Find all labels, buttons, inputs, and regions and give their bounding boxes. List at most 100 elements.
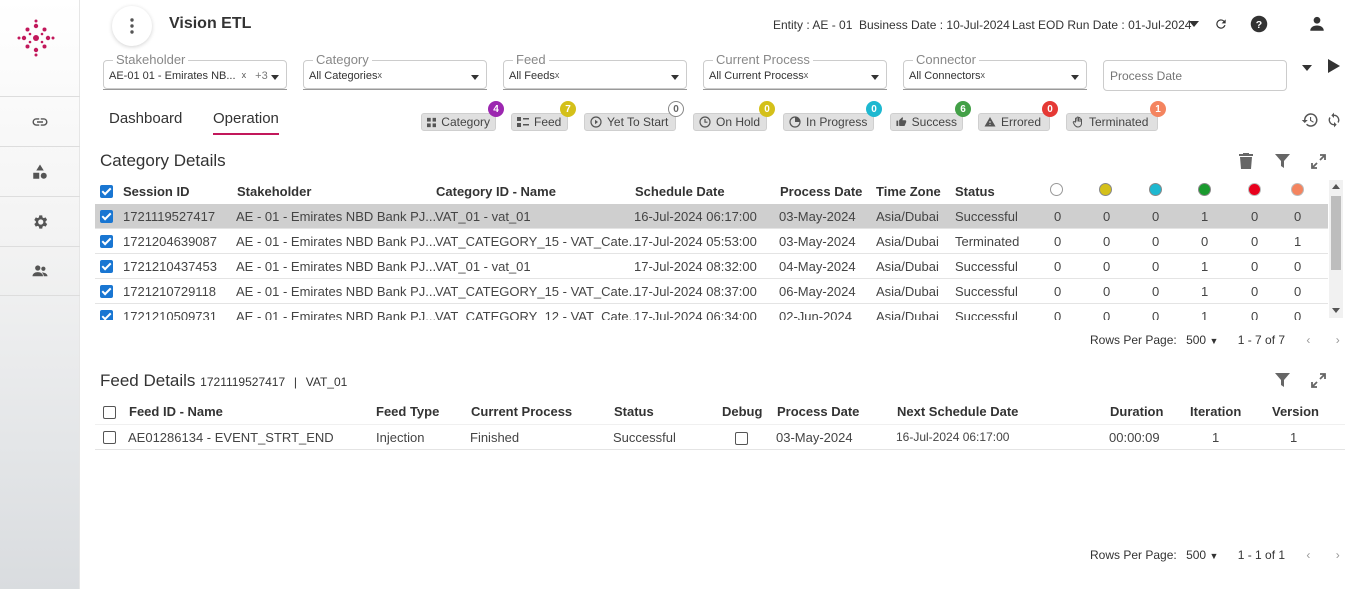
app-logo-icon[interactable] <box>16 18 56 58</box>
refresh-button[interactable] <box>1211 14 1231 34</box>
prev-page-icon[interactable]: ‹ <box>1306 548 1310 562</box>
row-checkbox[interactable] <box>103 431 116 444</box>
user-profile-button[interactable] <box>1307 14 1327 34</box>
col-next-schedule[interactable]: Next Schedule Date <box>897 404 1018 419</box>
current-process-label: Current Process <box>713 52 813 67</box>
category-filter[interactable]: Category All Categoriesx <box>303 52 487 90</box>
tab-dashboard[interactable]: Dashboard <box>109 110 182 127</box>
eod-dropdown-button[interactable] <box>1184 14 1204 34</box>
category-scrollbar[interactable] <box>1329 180 1343 318</box>
chip-category[interactable]: Category 4 <box>421 101 504 131</box>
col-debug[interactable]: Debug <box>722 404 762 419</box>
scroll-down-icon[interactable] <box>1332 308 1340 313</box>
delete-button[interactable] <box>1237 152 1255 170</box>
category-expand-button[interactable] <box>1309 152 1327 170</box>
cell-status: Successful <box>955 309 1018 320</box>
next-page-icon[interactable]: › <box>1336 548 1340 562</box>
current-process-filter[interactable]: Current Process All Current Processx <box>703 52 887 90</box>
prev-page-icon[interactable]: ‹ <box>1306 333 1310 347</box>
sidebar-item-settings[interactable] <box>0 196 80 246</box>
feed-next-schedule: 16-Jul-2024 06:17:00 <box>896 430 1010 444</box>
chip-success[interactable]: Success 6 <box>890 101 971 131</box>
category-filter-button[interactable] <box>1273 152 1291 170</box>
caret-down-icon <box>271 75 279 80</box>
col-current-process[interactable]: Current Process <box>471 404 572 419</box>
cell-stakeholder: AE - 01 - Emirates NBD Bank PJ... <box>236 209 437 224</box>
table-row[interactable]: AE01286134 - EVENT_STRT_END Injection Fi… <box>95 424 1345 450</box>
rows-per-page-select[interactable]: 500 ▼ <box>1186 333 1218 347</box>
stakeholder-filter[interactable]: Stakeholder AE-01 01 - Emirates NB... x … <box>103 52 287 90</box>
cell-schedule: 17-Jul-2024 06:34:00 <box>634 309 757 320</box>
caret-down-icon <box>1302 65 1312 71</box>
status-count: 0 <box>1103 259 1111 274</box>
col-feed-type[interactable]: Feed Type <box>376 404 439 419</box>
sidebar-item-shapes[interactable] <box>0 146 80 196</box>
history-button[interactable] <box>1301 111 1319 129</box>
cell-category: VAT_01 - vat_01 <box>435 259 531 274</box>
chip-terminated[interactable]: Terminated 1 <box>1066 101 1166 131</box>
grid-icon <box>427 117 437 127</box>
row-checkbox[interactable] <box>100 235 113 248</box>
row-checkbox[interactable] <box>100 210 113 223</box>
business-date-info: Business Date : 10-Jul-2024 <box>859 18 1010 32</box>
chip-on-hold[interactable]: On Hold 0 <box>693 101 775 131</box>
feed-details-header: Feed Details 1721119527417 | VAT_01 <box>100 371 347 391</box>
clear-stakeholder-icon[interactable]: x <box>242 70 247 80</box>
caret-down-icon: ▼ <box>1209 551 1219 561</box>
scroll-thumb[interactable] <box>1331 196 1341 270</box>
next-page-icon[interactable]: › <box>1336 333 1340 347</box>
sync-button[interactable] <box>1325 111 1343 129</box>
row-checkbox[interactable] <box>100 310 113 320</box>
app-title: Vision ETL <box>169 15 252 32</box>
chip-errored[interactable]: Errored 0 <box>978 101 1058 131</box>
clear-connector-icon[interactable]: x <box>981 70 986 80</box>
rows-per-page-select[interactable]: 500 ▼ <box>1186 548 1218 562</box>
cell-status: Successful <box>955 284 1018 299</box>
col-duration[interactable]: Duration <box>1110 404 1163 419</box>
caret-down-icon <box>671 75 679 80</box>
rows-per-page-value: 500 <box>1186 333 1207 347</box>
chip-yet-to-start[interactable]: Yet To Start 0 <box>584 101 684 131</box>
hand-stop-icon <box>1072 116 1082 128</box>
filters-expand-button[interactable] <box>1298 59 1316 77</box>
connector-filter[interactable]: Connector All Connectorsx <box>903 52 1087 90</box>
sidebar-item-users[interactable] <box>0 246 80 296</box>
col-feed-status[interactable]: Status <box>614 404 654 419</box>
stakeholder-label: Stakeholder <box>113 52 189 67</box>
warning-icon <box>984 117 996 127</box>
status-count: 1 <box>1201 309 1209 320</box>
chip-in-progress[interactable]: In Progress 0 <box>783 101 882 131</box>
status-count: 0 <box>1294 309 1302 320</box>
feed-filter[interactable]: Feed All Feedsx <box>503 52 687 90</box>
scroll-up-icon[interactable] <box>1332 184 1340 189</box>
sidebar-item-link[interactable] <box>0 96 80 146</box>
gear-icon <box>34 214 48 229</box>
clear-current-process-icon[interactable]: x <box>804 70 809 80</box>
row-checkbox[interactable] <box>100 260 113 273</box>
category-value: All Categoriesx <box>309 70 382 82</box>
col-feed-id[interactable]: Feed ID - Name <box>129 404 223 419</box>
chip-feed[interactable]: Feed 7 <box>511 101 576 131</box>
clear-feed-icon[interactable]: x <box>555 70 560 80</box>
process-date-input[interactable] <box>1103 60 1287 91</box>
more-menu-button[interactable] <box>112 6 152 46</box>
apply-filters-button[interactable] <box>1325 57 1343 75</box>
feed-expand-button[interactable] <box>1309 371 1327 389</box>
col-iteration[interactable]: Iteration <box>1190 404 1241 419</box>
feed-duration: 00:00:09 <box>1109 430 1160 445</box>
help-button[interactable]: ? <box>1249 14 1269 34</box>
status-count: 0 <box>1251 284 1259 299</box>
row-checkbox[interactable] <box>100 285 113 298</box>
status-count: 0 <box>1054 259 1062 274</box>
stakeholder-selected: AE-01 01 - Emirates NB... <box>109 70 236 82</box>
clear-category-icon[interactable]: x <box>377 70 382 80</box>
col-version[interactable]: Version <box>1272 404 1319 419</box>
cell-tz: Asia/Dubai <box>876 234 939 249</box>
trash-icon <box>1239 153 1253 169</box>
feed-select-all-checkbox[interactable] <box>103 406 116 419</box>
feed-filter-button[interactable] <box>1273 371 1291 389</box>
col-feed-process-date[interactable]: Process Date <box>777 404 859 419</box>
tab-operation[interactable]: Operation <box>213 110 279 135</box>
page-range: 1 - 1 of 1 <box>1237 548 1286 562</box>
debug-checkbox[interactable] <box>735 432 748 445</box>
